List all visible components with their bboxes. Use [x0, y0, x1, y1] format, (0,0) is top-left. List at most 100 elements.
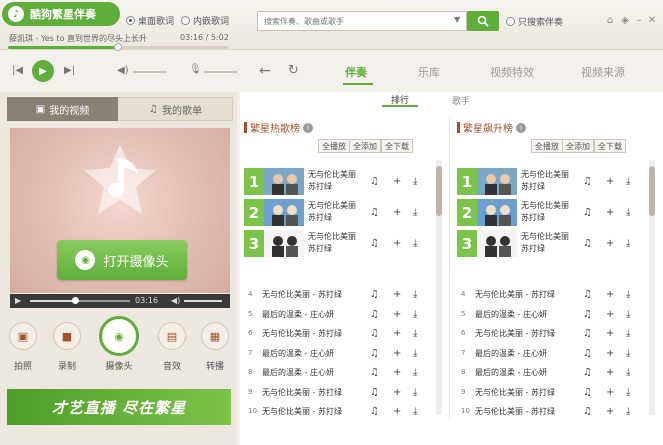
- download-icon[interactable]: ⤓: [626, 406, 630, 417]
- video-progress-handle[interactable]: [72, 297, 79, 304]
- minimize-icon[interactable]: –: [633, 14, 645, 26]
- song-row[interactable]: 10 无与伦比美丽 - 苏打绿: [457, 403, 647, 421]
- download-all-button[interactable]: 全下载: [381, 139, 413, 153]
- headphones-icon[interactable]: ♫: [370, 367, 379, 378]
- song-row[interactable]: 6 无与伦比美丽 - 苏打绿: [244, 325, 434, 343]
- search-dropdown-icon[interactable]: ▼: [454, 15, 460, 24]
- info-icon[interactable]: i: [516, 122, 526, 133]
- play-button[interactable]: ▶: [32, 60, 54, 82]
- previous-icon[interactable]: |◀: [12, 65, 23, 76]
- add-icon[interactable]: +: [393, 309, 401, 320]
- song-row[interactable]: 8 最后的温柔 - 庄心妍: [457, 364, 647, 382]
- download-icon[interactable]: ⤓: [626, 238, 630, 249]
- download-icon[interactable]: ⤓: [413, 348, 417, 359]
- scrollbar-thumb[interactable]: [649, 166, 655, 216]
- song-row[interactable]: 7 最后的温柔 - 庄心妍: [244, 345, 434, 363]
- headphones-icon[interactable]: ♫: [370, 238, 379, 249]
- tab-my-videos[interactable]: ▣ 我的视频: [7, 97, 118, 121]
- top-song-row[interactable]: 2 无与伦比美丽 苏打绿: [457, 199, 647, 226]
- headphones-icon[interactable]: ♫: [370, 289, 379, 300]
- song-row[interactable]: 7 最后的温柔 - 庄心妍: [457, 345, 647, 363]
- headphones-icon[interactable]: ♫: [370, 387, 379, 398]
- headphones-icon[interactable]: ♫: [370, 176, 379, 187]
- app-logo[interactable]: ♪ 酷狗繁星伴奏: [2, 2, 120, 26]
- tab-video-source[interactable]: 视频来源: [581, 64, 625, 80]
- tool-record[interactable]: ■ 录制: [50, 322, 84, 372]
- search-button[interactable]: [467, 11, 499, 31]
- headphones-icon[interactable]: ♫: [583, 238, 592, 249]
- song-row[interactable]: 6 无与伦比美丽 - 苏打绿: [457, 325, 647, 343]
- download-icon[interactable]: ⤓: [413, 328, 417, 339]
- add-all-button[interactable]: 全添加: [349, 139, 381, 153]
- tool-camera[interactable]: ◉ 摄像头: [98, 316, 140, 372]
- download-icon[interactable]: ⤓: [413, 207, 417, 218]
- tab-rank[interactable]: 排行: [382, 93, 418, 107]
- add-icon[interactable]: +: [393, 238, 401, 249]
- info-icon[interactable]: i: [303, 122, 313, 133]
- top-song-row[interactable]: 1 无与伦比美丽 苏打绿: [244, 168, 434, 195]
- song-row[interactable]: 5 最后的温柔 - 庄心妍: [244, 306, 434, 324]
- download-icon[interactable]: ⤓: [413, 406, 417, 417]
- headphones-icon[interactable]: ♫: [583, 367, 592, 378]
- add-icon[interactable]: +: [393, 328, 401, 339]
- download-all-button[interactable]: 全下载: [594, 139, 626, 153]
- add-icon[interactable]: +: [606, 406, 614, 417]
- add-icon[interactable]: +: [393, 406, 401, 417]
- add-icon[interactable]: +: [393, 176, 401, 187]
- download-icon[interactable]: ⤓: [413, 176, 417, 187]
- download-icon[interactable]: ⤓: [626, 367, 630, 378]
- add-icon[interactable]: +: [393, 289, 401, 300]
- inline-lyric-radio[interactable]: 内嵌歌词: [181, 14, 229, 27]
- download-icon[interactable]: ⤓: [413, 238, 417, 249]
- download-icon[interactable]: ⤓: [626, 387, 630, 398]
- tab-my-songs[interactable]: ♫ 我的歌单: [118, 97, 233, 121]
- microphone-icon[interactable]: 🎙: [189, 64, 202, 75]
- open-camera-button[interactable]: ◉ 打开摄像头: [57, 240, 187, 280]
- next-icon[interactable]: ▶|: [64, 65, 75, 76]
- download-icon[interactable]: ⤓: [626, 176, 630, 187]
- video-volume-slider[interactable]: [184, 300, 222, 302]
- headphones-icon[interactable]: ♫: [583, 207, 592, 218]
- headphones-icon[interactable]: ♫: [370, 348, 379, 359]
- top-song-row[interactable]: 3 无与伦比美丽 苏打绿: [457, 230, 647, 257]
- live-banner[interactable]: 才艺直播 尽在繁星: [7, 389, 231, 425]
- scrollbar-thumb[interactable]: [436, 166, 442, 216]
- add-icon[interactable]: +: [606, 238, 614, 249]
- play-all-button[interactable]: 全播放: [531, 139, 563, 153]
- video-volume-icon[interactable]: ◀): [171, 296, 180, 305]
- add-icon[interactable]: +: [606, 207, 614, 218]
- download-icon[interactable]: ⤓: [626, 328, 630, 339]
- headphones-icon[interactable]: ♫: [583, 387, 592, 398]
- add-icon[interactable]: +: [606, 328, 614, 339]
- volume-slider[interactable]: [133, 71, 167, 73]
- only-accompaniment-radio[interactable]: 只搜索伴奏: [506, 15, 563, 28]
- video-play-icon[interactable]: ▶: [15, 296, 21, 305]
- headphones-icon[interactable]: ♫: [583, 348, 592, 359]
- tab-singer[interactable]: 歌手: [452, 94, 470, 107]
- tab-video-effects[interactable]: 视频特效: [490, 64, 534, 80]
- desktop-lyric-radio[interactable]: 桌面歌词: [126, 14, 174, 27]
- home-icon[interactable]: ⌂: [604, 14, 616, 26]
- tool-relay[interactable]: ▦ 转播: [198, 322, 232, 372]
- add-icon[interactable]: +: [393, 367, 401, 378]
- add-icon[interactable]: +: [393, 387, 401, 398]
- song-row[interactable]: 9 无与伦比美丽 - 苏打绿: [457, 384, 647, 402]
- close-icon[interactable]: ✕: [646, 14, 658, 26]
- download-icon[interactable]: ⤓: [626, 289, 630, 300]
- headphones-icon[interactable]: ♫: [583, 176, 592, 187]
- download-icon[interactable]: ⤓: [413, 367, 417, 378]
- headphones-icon[interactable]: ♫: [370, 309, 379, 320]
- add-icon[interactable]: +: [606, 367, 614, 378]
- headphones-icon[interactable]: ♫: [370, 328, 379, 339]
- skin-icon[interactable]: ◈: [619, 14, 631, 26]
- song-row[interactable]: 9 无与伦比美丽 - 苏打绿: [244, 384, 434, 402]
- add-icon[interactable]: +: [393, 348, 401, 359]
- headphones-icon[interactable]: ♫: [583, 289, 592, 300]
- tab-accompaniment[interactable]: 伴奏: [345, 64, 367, 80]
- add-icon[interactable]: +: [606, 176, 614, 187]
- tool-sound-effect[interactable]: ▤ 音效: [155, 322, 189, 372]
- song-row[interactable]: 4 无与伦比美丽 - 苏打绿: [244, 286, 434, 304]
- search-box[interactable]: [257, 11, 467, 31]
- add-icon[interactable]: +: [606, 348, 614, 359]
- song-row[interactable]: 8 最后的温柔 - 庄心妍: [244, 364, 434, 382]
